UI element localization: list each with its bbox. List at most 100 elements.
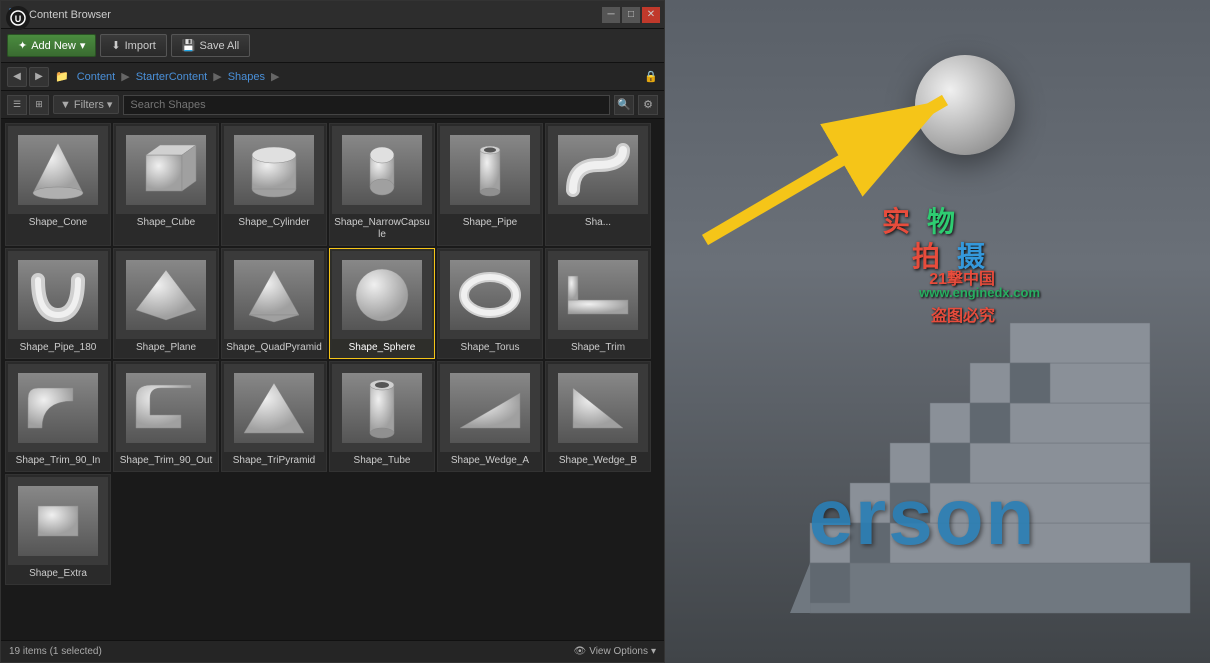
filter-icon: ▼ [60, 99, 71, 111]
asset-item-narrow_capsule[interactable]: Shape_NarrowCapsule [329, 123, 435, 246]
asset-thumbnail-extra [8, 477, 108, 565]
close-button[interactable]: ✕ [642, 7, 660, 23]
breadcrumb-content[interactable]: Content [73, 69, 120, 85]
lock-button[interactable]: 🔒 [644, 70, 658, 83]
asset-thumbnail-trim90in [8, 364, 108, 452]
cn-watermark-2: 物 [927, 200, 955, 240]
asset-thumbnail-cylinder [224, 126, 324, 214]
asset-item-pipe180[interactable]: Shape_Pipe_180 [5, 248, 111, 359]
save-all-label: Save All [200, 40, 240, 52]
asset-item-cylinder[interactable]: Shape_Cylinder [221, 123, 327, 246]
asset-label-shape6: Sha... [583, 214, 613, 231]
search-input[interactable] [123, 95, 610, 115]
content-browser: Content Browser ─ □ ✕ ✦ Add New ▾ ⬇ Impo… [0, 0, 665, 663]
asset-thumbnail-pipe180 [8, 251, 108, 339]
stairs-svg [790, 303, 1190, 623]
asset-label-trim: Shape_Trim [569, 339, 627, 356]
settings-button[interactable]: ⚙ [638, 95, 658, 115]
asset-label-wedge_a: Shape_Wedge_A [449, 452, 531, 469]
asset-label-tripyramid: Shape_TriPyramid [231, 452, 317, 469]
import-button[interactable]: ⬇ Import [100, 34, 166, 57]
asset-item-torus[interactable]: Shape_Torus [437, 248, 543, 359]
asset-thumbnail-sphere [332, 251, 432, 339]
asset-item-tube[interactable]: Shape_Tube [329, 361, 435, 472]
add-new-label: Add New [31, 40, 76, 52]
filters-chevron: ▾ [107, 98, 113, 111]
view-options-button[interactable]: 👁 View Options ▾ [574, 646, 656, 657]
cn-watermark-1: 实 [882, 200, 910, 240]
minimize-button[interactable]: ─ [602, 7, 620, 23]
asset-item-wedge_a[interactable]: Shape_Wedge_A [437, 361, 543, 472]
cn-watermark-6: www.enginedx.com [919, 285, 1040, 300]
title-text: Content Browser [29, 9, 111, 21]
view-options-chevron: ▾ [651, 646, 656, 657]
ue-logo: U [6, 6, 30, 30]
asset-grid: Shape_Cone Shape_Cube Shape_Cylinder Shape_… [1, 119, 664, 640]
asset-thumbnail-plane [116, 251, 216, 339]
asset-item-shape6[interactable]: Sha... [545, 123, 651, 246]
asset-item-quad_pyramid[interactable]: Shape_QuadPyramid [221, 248, 327, 359]
asset-thumbnail-pipe [440, 126, 540, 214]
filters-button[interactable]: ▼ Filters ▾ [53, 95, 119, 114]
asset-item-cone[interactable]: Shape_Cone [5, 123, 111, 246]
asset-label-cube: Shape_Cube [135, 214, 197, 231]
asset-label-sphere: Shape_Sphere [347, 339, 418, 356]
asset-label-pipe: Shape_Pipe [461, 214, 520, 231]
view-options-label: View Options [589, 646, 648, 657]
asset-item-trim[interactable]: Shape_Trim [545, 248, 651, 359]
asset-item-plane[interactable]: Shape_Plane [113, 248, 219, 359]
forward-button[interactable]: ▶ [29, 67, 49, 87]
asset-thumbnail-tripyramid [224, 364, 324, 452]
breadcrumb-shapes[interactable]: Shapes [224, 69, 269, 85]
asset-label-cylinder: Shape_Cylinder [236, 214, 311, 231]
add-icon: ✦ [18, 39, 27, 52]
breadcrumb-starter-content[interactable]: StarterContent [132, 69, 212, 85]
asset-thumbnail-wedge_a [440, 364, 540, 452]
asset-label-cone: Shape_Cone [27, 214, 89, 231]
asset-item-trim90out[interactable]: Shape_Trim_90_Out [113, 361, 219, 472]
viewport: erson 实 物 拍 摄 21撃中国 www.enginedx.com 盗图必… [665, 0, 1210, 663]
search-button[interactable]: 🔍 [614, 95, 634, 115]
asset-label-narrow_capsule: Shape_NarrowCapsule [332, 214, 432, 243]
asset-item-extra[interactable]: Shape_Extra [5, 474, 111, 585]
asset-label-plane: Shape_Plane [134, 339, 198, 356]
asset-label-torus: Shape_Torus [459, 339, 522, 356]
asset-label-trim90out: Shape_Trim_90_Out [118, 452, 214, 469]
asset-item-trim90in[interactable]: Shape_Trim_90_In [5, 361, 111, 472]
breadcrumb-nav: ◀ ▶ [7, 67, 49, 87]
toolbar: ✦ Add New ▾ ⬇ Import 💾 Save All [1, 29, 664, 63]
asset-thumbnail-quad_pyramid [224, 251, 324, 339]
asset-thumbnail-trim90out [116, 364, 216, 452]
asset-thumbnail-tube [332, 364, 432, 452]
title-bar: Content Browser ─ □ ✕ [1, 1, 664, 29]
asset-thumbnail-wedge_b [548, 364, 648, 452]
filters-label: Filters [74, 99, 104, 111]
add-new-chevron: ▾ [80, 39, 86, 52]
asset-item-pipe[interactable]: Shape_Pipe [437, 123, 543, 246]
save-all-button[interactable]: 💾 Save All [171, 34, 250, 57]
asset-item-sphere[interactable]: Shape_Sphere [329, 248, 435, 359]
asset-item-tripyramid[interactable]: Shape_TriPyramid [221, 361, 327, 472]
title-bar-controls: ─ □ ✕ [602, 7, 660, 23]
asset-label-trim90in: Shape_Trim_90_In [14, 452, 103, 469]
asset-label-extra: Shape_Extra [27, 565, 89, 582]
import-label: Import [125, 40, 156, 52]
asset-item-wedge_b[interactable]: Shape_Wedge_B [545, 361, 651, 472]
list-view-button[interactable]: ☰ [7, 95, 27, 115]
maximize-button[interactable]: □ [622, 7, 640, 23]
asset-thumbnail-cube [116, 126, 216, 214]
asset-item-cube[interactable]: Shape_Cube [113, 123, 219, 246]
grid-view-button[interactable]: ⊞ [29, 95, 49, 115]
add-new-button[interactable]: ✦ Add New ▾ [7, 34, 96, 57]
search-bar: ☰ ⊞ ▼ Filters ▾ 🔍 ⚙ [1, 91, 664, 119]
asset-thumbnail-shape6 [548, 126, 648, 214]
breadcrumb: ◀ ▶ 📁 Content ▶ StarterContent ▶ Shapes … [1, 63, 664, 91]
folder-icon: 📁 [55, 70, 69, 83]
asset-thumbnail-torus [440, 251, 540, 339]
eye-icon: 👁 [574, 646, 587, 657]
view-toggle: ☰ ⊞ [7, 95, 49, 115]
back-button[interactable]: ◀ [7, 67, 27, 87]
cn-watermark-7: 盗图必究 [931, 302, 995, 326]
watermark-text: erson [665, 471, 1210, 563]
asset-thumbnail-trim [548, 251, 648, 339]
